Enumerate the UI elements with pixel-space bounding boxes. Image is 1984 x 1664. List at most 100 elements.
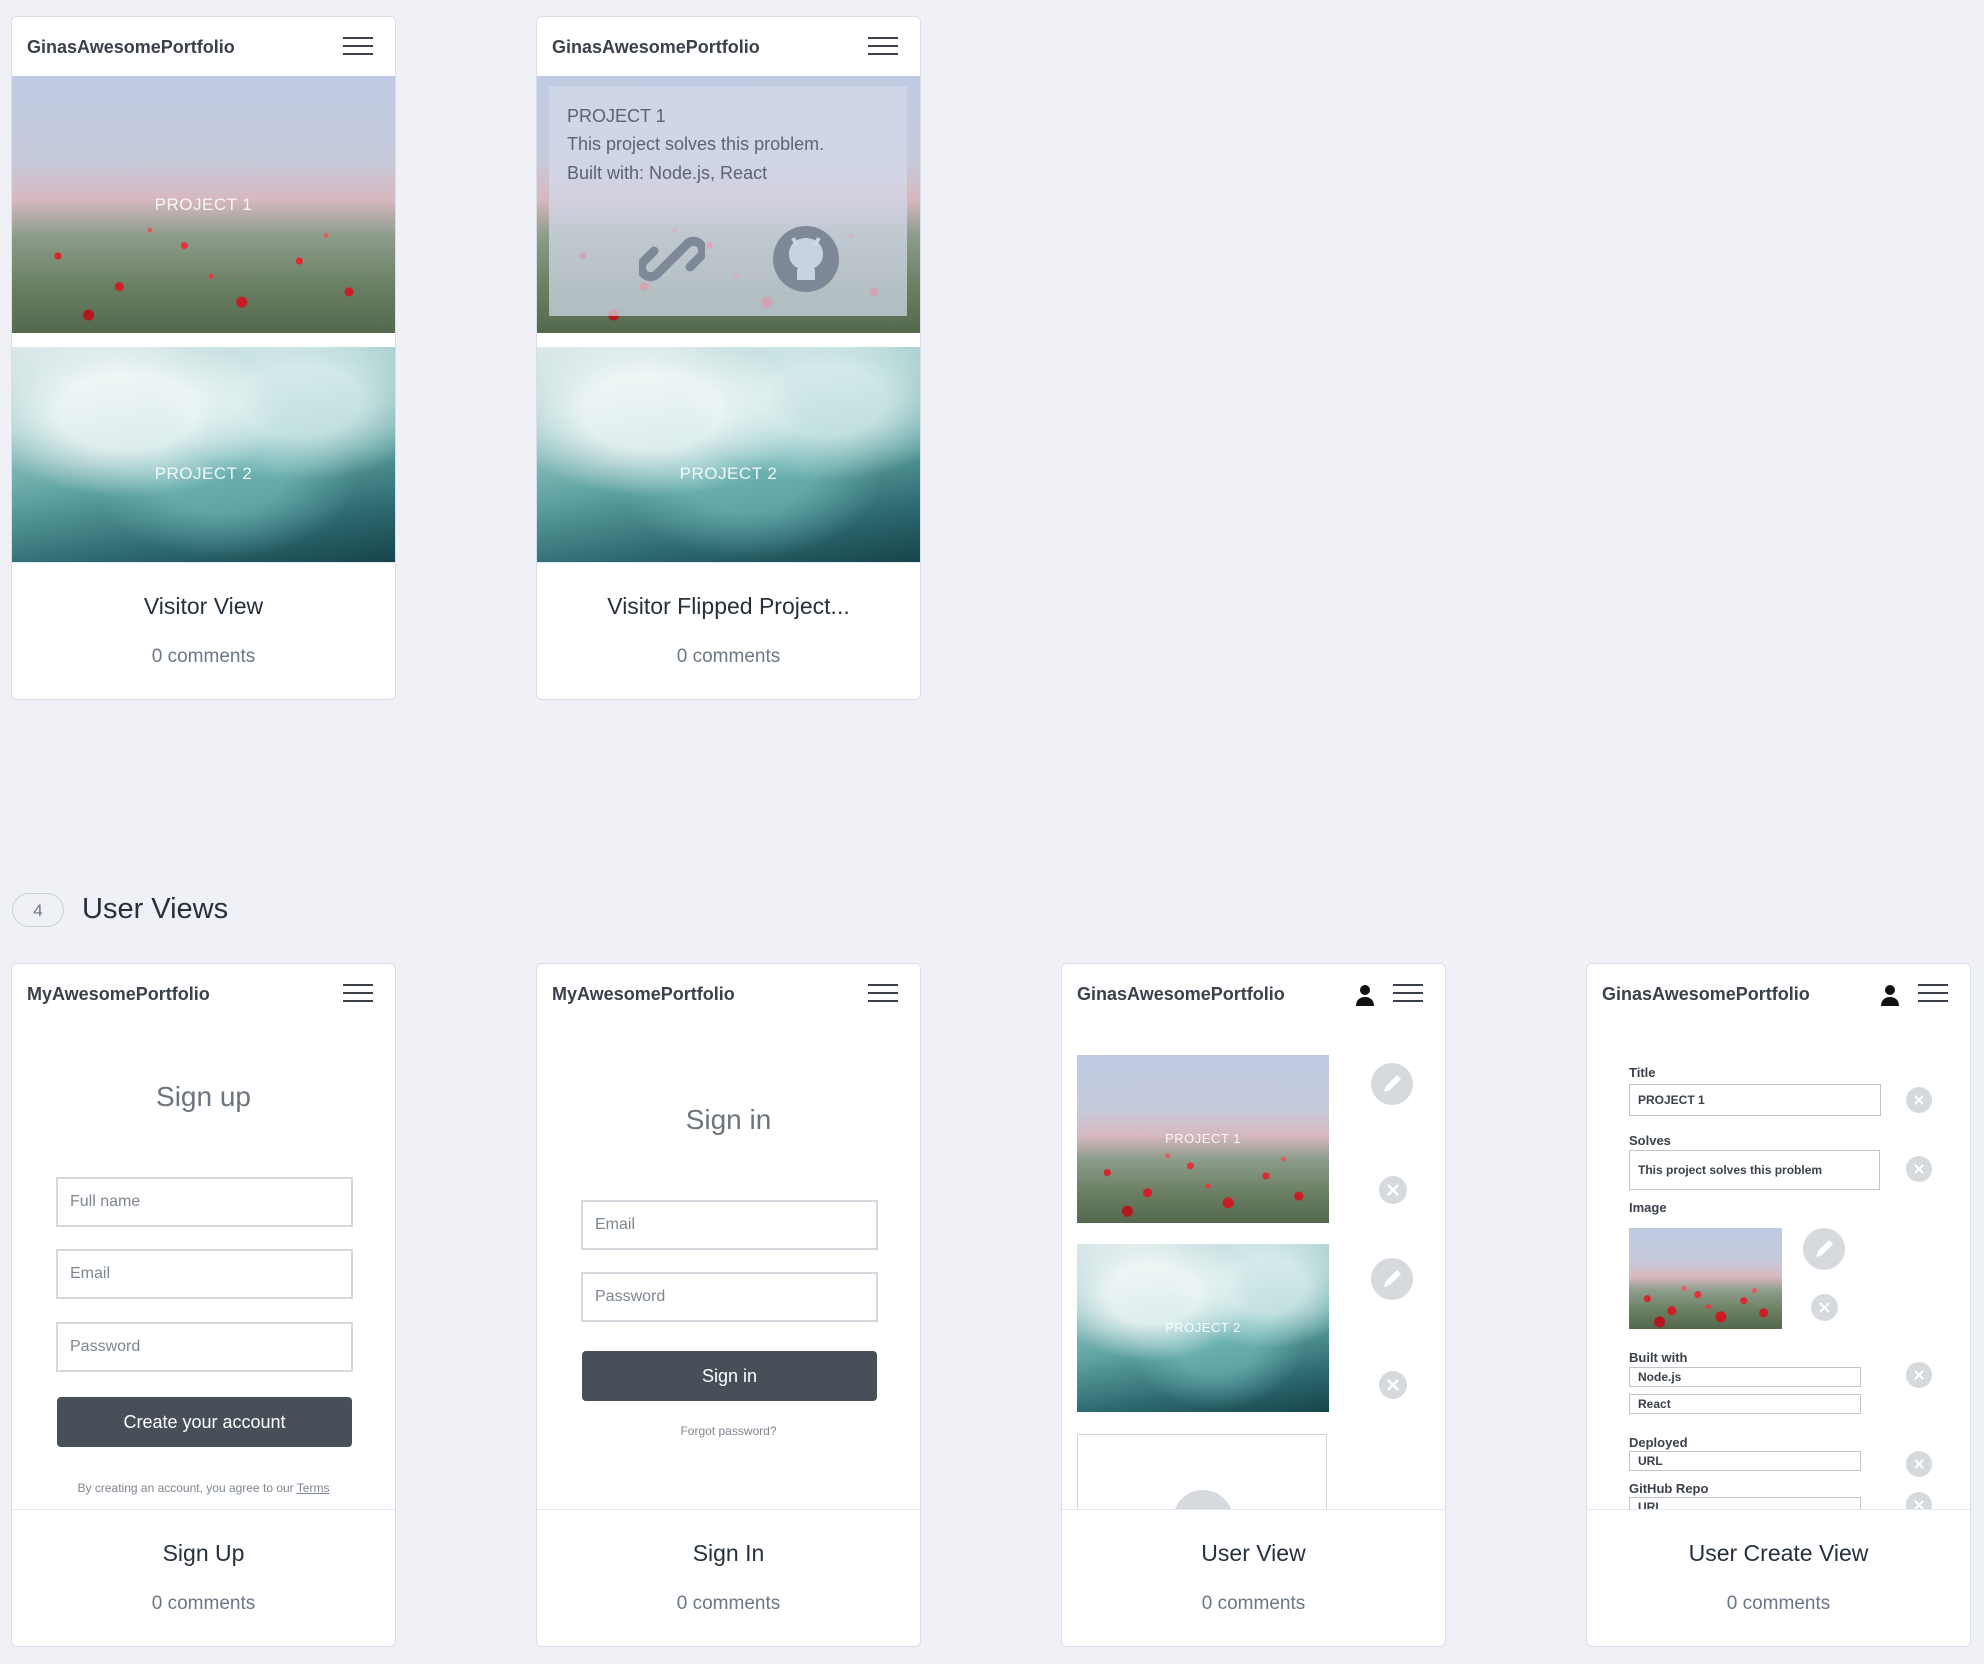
pencil-icon[interactable] bbox=[1371, 1063, 1413, 1105]
hamburger-menu-icon[interactable] bbox=[868, 984, 898, 1004]
project-label: PROJECT 2 bbox=[679, 464, 778, 483]
comments-count[interactable]: 0 comments bbox=[12, 646, 395, 668]
placeholder: Password bbox=[70, 1338, 141, 1355]
brand-name: MyAwesomePortfolio bbox=[552, 984, 735, 1004]
hamburger-menu-icon[interactable] bbox=[343, 984, 373, 1004]
pencil-icon[interactable] bbox=[1371, 1258, 1413, 1300]
title-input[interactable]: PROJECT 1 bbox=[1629, 1084, 1881, 1116]
card-footer: Sign Up 0 comments bbox=[12, 1509, 395, 1646]
fullname-field[interactable]: Full name bbox=[56, 1177, 353, 1227]
person-icon[interactable] bbox=[1355, 984, 1375, 1006]
built-with-input-1[interactable]: Node.js bbox=[1629, 1367, 1861, 1387]
comments-count[interactable]: 0 comments bbox=[537, 1593, 920, 1615]
project-label: PROJECT 1 bbox=[1165, 1131, 1241, 1146]
create-account-button[interactable]: Create your account bbox=[57, 1397, 352, 1447]
card-visitor-view[interactable]: GinasAwesomePortfolio PROJECT 1 PROJECT … bbox=[11, 16, 396, 700]
close-icon[interactable] bbox=[1906, 1156, 1932, 1182]
pencil-icon[interactable] bbox=[1803, 1228, 1845, 1270]
sign-in-button[interactable]: Sign in bbox=[582, 1351, 877, 1401]
password-field[interactable]: Password bbox=[581, 1272, 878, 1322]
forgot-password-link[interactable]: Forgot password? bbox=[537, 1424, 920, 1438]
close-icon[interactable] bbox=[1906, 1451, 1932, 1477]
card-footer: Sign In 0 comments bbox=[537, 1509, 920, 1646]
screen-preview: MyAwesomePortfolio Sign in Email Passwor… bbox=[537, 964, 920, 1509]
app-header: GinasAwesomePortfolio bbox=[537, 17, 920, 76]
close-icon[interactable] bbox=[1906, 1087, 1932, 1113]
screen-preview: GinasAwesomePortfolio PROJECT 1 PROJECT … bbox=[1062, 964, 1445, 1509]
close-icon[interactable] bbox=[1906, 1362, 1932, 1388]
project-label: PROJECT 2 bbox=[154, 464, 253, 483]
project-2-thumbnail[interactable]: PROJECT 2 bbox=[1077, 1244, 1329, 1412]
add-icon[interactable] bbox=[1173, 1490, 1233, 1509]
comments-count[interactable]: 0 comments bbox=[12, 1593, 395, 1615]
close-icon[interactable] bbox=[1379, 1176, 1407, 1204]
deployed-url-input[interactable]: URL bbox=[1629, 1451, 1861, 1471]
email-field[interactable]: Email bbox=[581, 1200, 878, 1250]
card-title[interactable]: User Create View bbox=[1587, 1540, 1970, 1567]
github-icon[interactable] bbox=[771, 224, 841, 294]
card-title[interactable]: Visitor View bbox=[12, 593, 395, 620]
github-repo-label: GitHub Repo bbox=[1629, 1481, 1709, 1496]
placeholder: Password bbox=[595, 1288, 666, 1305]
hamburger-menu-icon[interactable] bbox=[1918, 984, 1948, 1004]
card-title[interactable]: Visitor Flipped Project... bbox=[537, 593, 920, 620]
card-sign-in[interactable]: MyAwesomePortfolio Sign in Email Passwor… bbox=[536, 963, 921, 1647]
screen-preview: GinasAwesomePortfolio PROJECT 1 This pro… bbox=[537, 17, 920, 562]
close-icon[interactable] bbox=[1906, 1492, 1932, 1509]
card-footer: User Create View 0 comments bbox=[1587, 1509, 1970, 1646]
project-2-image[interactable]: PROJECT 2 bbox=[537, 347, 920, 562]
card-visitor-flipped[interactable]: GinasAwesomePortfolio PROJECT 1 This pro… bbox=[536, 16, 921, 700]
card-user-view[interactable]: GinasAwesomePortfolio PROJECT 1 PROJECT … bbox=[1061, 963, 1446, 1647]
placeholder: Email bbox=[70, 1265, 111, 1282]
comments-count[interactable]: 0 comments bbox=[537, 646, 920, 668]
card-user-create-view[interactable]: GinasAwesomePortfolio Title PROJECT 1 So… bbox=[1586, 963, 1971, 1647]
project-1-image[interactable]: PROJECT 1 This project solves this probl… bbox=[537, 76, 920, 333]
form-heading: Sign up bbox=[156, 1081, 251, 1112]
link-icon[interactable] bbox=[639, 226, 705, 292]
app-header: GinasAwesomePortfolio bbox=[1587, 964, 1970, 1023]
brand-name: GinasAwesomePortfolio bbox=[27, 37, 235, 57]
flipped-project-details: PROJECT 1 This project solves this probl… bbox=[549, 86, 907, 316]
card-title[interactable]: Sign Up bbox=[12, 1540, 395, 1567]
add-project-placeholder[interactable] bbox=[1077, 1434, 1327, 1509]
section-title: User Views bbox=[82, 893, 229, 925]
brand-name: GinasAwesomePortfolio bbox=[1602, 984, 1810, 1004]
card-title[interactable]: User View bbox=[1062, 1540, 1445, 1567]
card-title[interactable]: Sign In bbox=[537, 1540, 920, 1567]
card-sign-up[interactable]: MyAwesomePortfolio Sign up Full name Ema… bbox=[11, 963, 396, 1647]
project-image-preview bbox=[1629, 1228, 1782, 1329]
form-heading: Sign in bbox=[685, 1104, 772, 1135]
close-icon[interactable] bbox=[1811, 1294, 1838, 1321]
flip-project-solves: This project solves this problem. bbox=[567, 134, 825, 154]
image-label: Image bbox=[1629, 1200, 1667, 1215]
app-header: MyAwesomePortfolio bbox=[537, 964, 920, 1023]
screen-preview: GinasAwesomePortfolio Title PROJECT 1 So… bbox=[1587, 964, 1970, 1509]
project-2-image[interactable]: PROJECT 2 bbox=[12, 347, 395, 562]
project-1-thumbnail[interactable]: PROJECT 1 bbox=[1077, 1055, 1329, 1223]
app-header: GinasAwesomePortfolio bbox=[1062, 964, 1445, 1023]
brand-name: GinasAwesomePortfolio bbox=[1077, 984, 1285, 1004]
built-with-input-2[interactable]: React bbox=[1629, 1394, 1861, 1414]
placeholder: Full name bbox=[70, 1193, 141, 1210]
terms-notice: By creating an account, you agree to our… bbox=[12, 1481, 395, 1495]
flip-project-title: PROJECT 1 bbox=[567, 106, 666, 126]
card-footer: Visitor Flipped Project... 0 comments bbox=[537, 562, 920, 699]
app-header: MyAwesomePortfolio bbox=[12, 964, 395, 1023]
email-field[interactable]: Email bbox=[56, 1249, 353, 1299]
screen-preview: GinasAwesomePortfolio PROJECT 1 PROJECT … bbox=[12, 17, 395, 562]
solves-label: Solves bbox=[1629, 1133, 1671, 1148]
brand-name: MyAwesomePortfolio bbox=[27, 984, 210, 1004]
terms-link[interactable]: Terms bbox=[297, 1481, 330, 1495]
person-icon[interactable] bbox=[1880, 984, 1900, 1006]
comments-count[interactable]: 0 comments bbox=[1062, 1593, 1445, 1615]
project-1-image[interactable]: PROJECT 1 bbox=[12, 76, 395, 333]
comments-count[interactable]: 0 comments bbox=[1587, 1593, 1970, 1615]
placeholder: Email bbox=[595, 1216, 636, 1233]
close-icon[interactable] bbox=[1379, 1371, 1407, 1399]
github-repo-input[interactable]: URL bbox=[1629, 1497, 1861, 1509]
hamburger-menu-icon[interactable] bbox=[1393, 984, 1423, 1004]
hamburger-menu-icon[interactable] bbox=[343, 37, 373, 57]
solves-input[interactable]: This project solves this problem bbox=[1629, 1150, 1880, 1190]
hamburger-menu-icon[interactable] bbox=[868, 37, 898, 57]
password-field[interactable]: Password bbox=[56, 1322, 353, 1372]
